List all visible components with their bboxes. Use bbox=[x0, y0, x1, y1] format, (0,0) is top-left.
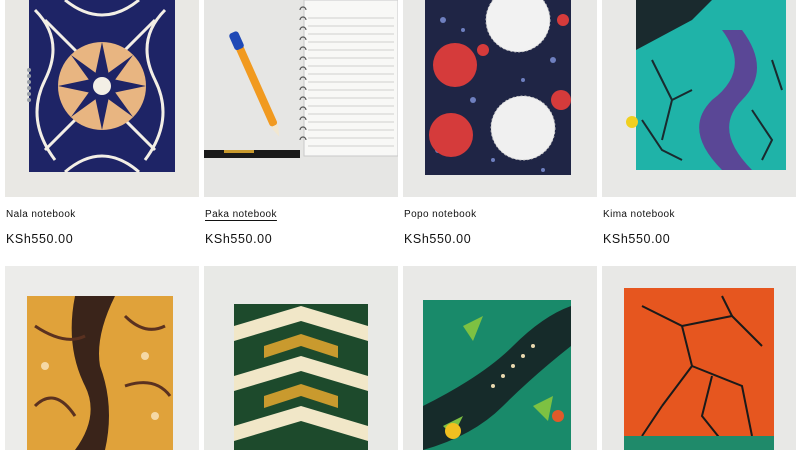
nala-notebook-photo[interactable] bbox=[5, 0, 199, 197]
green-floral-print-notebook-photo[interactable] bbox=[403, 266, 597, 450]
product-price: KSh550.00 bbox=[205, 232, 273, 246]
popo-notebook-photo[interactable] bbox=[403, 0, 597, 197]
product-price: KSh550.00 bbox=[6, 232, 74, 246]
product-title[interactable]: Paka notebook bbox=[205, 209, 277, 220]
orange-crackle-print-notebook-photo[interactable] bbox=[602, 266, 796, 450]
brown-tree-print-notebook-photo[interactable] bbox=[5, 266, 199, 450]
paka-notebook-photo[interactable] bbox=[204, 0, 398, 197]
product-title[interactable]: Kima notebook bbox=[603, 209, 675, 220]
kima-notebook-photo[interactable] bbox=[602, 0, 796, 197]
product-title[interactable]: Popo notebook bbox=[404, 209, 476, 220]
product-price: KSh550.00 bbox=[603, 232, 671, 246]
product-price: KSh550.00 bbox=[404, 232, 472, 246]
green-chevron-print-notebook-photo[interactable] bbox=[204, 266, 398, 450]
product-title[interactable]: Nala notebook bbox=[6, 209, 76, 220]
product-grid: Nala notebook KSh550.00 Paka notebook KS… bbox=[0, 0, 800, 450]
